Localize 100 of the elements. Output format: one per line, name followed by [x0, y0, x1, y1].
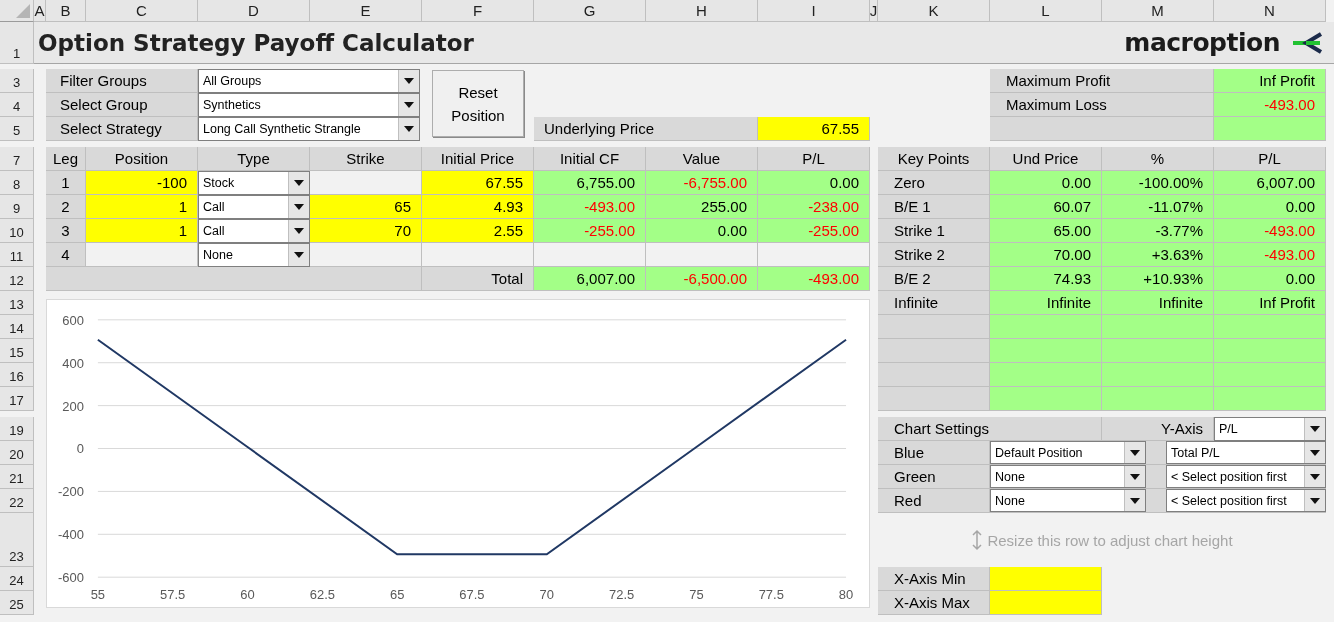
dropdown[interactable]: None [990, 489, 1146, 512]
caret-down-icon [294, 252, 304, 258]
row-header[interactable]: 4 [0, 93, 34, 117]
reset-position-button[interactable]: Reset Position [432, 70, 524, 137]
table-cell: 0.00 [1214, 267, 1326, 291]
row-header[interactable]: 3 [0, 69, 34, 93]
input-cell[interactable] [990, 591, 1102, 615]
dropdown[interactable]: Long Call Synthetic Strangle [198, 117, 420, 141]
row-header[interactable]: 11 [0, 243, 34, 267]
column-header[interactable]: B [46, 0, 86, 22]
row-header[interactable]: 20 [0, 441, 34, 465]
row-header[interactable]: 14 [0, 315, 34, 339]
column-header[interactable]: N [1214, 0, 1326, 22]
column-header[interactable]: L [990, 0, 1102, 22]
column-header[interactable]: A [34, 0, 46, 22]
row-header[interactable]: 25 [0, 591, 34, 615]
column-header[interactable]: M [1102, 0, 1214, 22]
axis-label: 600 [62, 312, 84, 328]
column-header[interactable]: I [758, 0, 870, 22]
table-cell: Strike 1 [878, 219, 990, 243]
dropdown[interactable]: < Select position first [1166, 465, 1326, 488]
hint-text: Resize this row to adjust chart height [987, 531, 1233, 549]
dropdown[interactable]: Default Position [990, 441, 1146, 464]
row-header[interactable]: 9 [0, 195, 34, 219]
table-cell: 65.00 [990, 219, 1102, 243]
row-header[interactable]: 12 [0, 267, 34, 291]
row-header[interactable]: 7 [0, 147, 34, 171]
dropdown[interactable]: None [990, 465, 1146, 488]
caret-down-icon [294, 180, 304, 186]
column-header[interactable]: H [646, 0, 758, 22]
dropdown[interactable]: All Groups [198, 69, 420, 93]
caret-down-icon [1130, 449, 1140, 456]
column-header[interactable]: C [86, 0, 198, 22]
table-cell: Filter Groups [46, 69, 198, 93]
table-cell: 6,007.00 [1214, 171, 1326, 195]
row-header[interactable]: 17 [0, 387, 34, 411]
corner-triangle-icon [16, 4, 30, 18]
table-cell: -100 [86, 171, 198, 195]
input-cell[interactable] [990, 567, 1102, 591]
select-all-corner[interactable] [0, 0, 34, 22]
dropdown[interactable]: Stock [198, 171, 310, 195]
axis-label: -400 [57, 527, 84, 543]
row-header[interactable]: 23 [0, 513, 34, 567]
table-cell: +10.93% [1102, 267, 1214, 291]
table-cell: 255.00 [646, 195, 758, 219]
caret-down-icon [404, 126, 414, 132]
row-header[interactable]: 1 [0, 22, 34, 64]
dropdown[interactable]: P/L [1214, 417, 1326, 441]
row-header[interactable]: 8 [0, 171, 34, 195]
axis-label: 0 [76, 441, 84, 457]
row-header[interactable]: 16 [0, 363, 34, 387]
table-cell: -493.00 [1214, 93, 1326, 117]
row-header[interactable]: 24 [0, 567, 34, 591]
row-header[interactable]: 19 [0, 417, 34, 441]
column-header[interactable]: D [198, 0, 310, 22]
table-cell: Blue [878, 441, 990, 465]
row-header[interactable]: 5 [0, 117, 34, 141]
dropdown[interactable]: < Select position first [1166, 489, 1326, 512]
caret-down-icon [1130, 497, 1140, 504]
dropdown[interactable]: Total P/L [1166, 441, 1326, 464]
resize-arrow-icon [971, 529, 984, 551]
table-cell: 67.55 [758, 117, 870, 141]
axis-label: 60 [240, 587, 255, 603]
caret-down-icon [294, 204, 304, 210]
table-cell: 6,755.00 [534, 171, 646, 195]
table-cell: Infinite [990, 291, 1102, 315]
row-header[interactable]: 22 [0, 489, 34, 513]
table-cell: 6,007.00 [534, 267, 646, 291]
row-header[interactable]: 21 [0, 465, 34, 489]
table-cell: Type [198, 147, 310, 171]
column-header[interactable]: E [310, 0, 422, 22]
table-cell: 2.55 [422, 219, 534, 243]
row-header[interactable]: 13 [0, 291, 34, 315]
table-cell: Inf Profit [1214, 291, 1326, 315]
table-cell: 70.00 [990, 243, 1102, 267]
axis-label: 75 [689, 587, 704, 603]
dropdown[interactable]: Call [198, 195, 310, 219]
table-cell: 4.93 [422, 195, 534, 219]
dropdown[interactable]: Call [198, 219, 310, 243]
table-cell: Select Strategy [46, 117, 198, 141]
table-cell: 3 [46, 219, 86, 243]
caret-down-icon [404, 78, 414, 84]
column-header[interactable]: G [534, 0, 646, 22]
column-header[interactable]: K [878, 0, 990, 22]
table-cell: Maximum Profit [990, 69, 1214, 93]
sheet-title: Option Strategy Payoff Calculator [38, 29, 474, 56]
table-cell: Leg [46, 147, 86, 171]
axis-label: 65 [389, 587, 405, 603]
column-header[interactable]: F [422, 0, 534, 22]
table-cell: 65 [310, 195, 422, 219]
row-header[interactable]: 15 [0, 339, 34, 363]
table-cell: -6,755.00 [646, 171, 758, 195]
dropdown[interactable]: None [198, 243, 310, 267]
row-header[interactable]: 10 [0, 219, 34, 243]
caret-down-icon [1130, 473, 1140, 480]
table-cell: Value [646, 147, 758, 171]
dropdown[interactable]: Synthetics [198, 93, 420, 117]
table-cell: 60.07 [990, 195, 1102, 219]
caret-down-icon [1310, 449, 1320, 456]
table-cell: B/E 1 [878, 195, 990, 219]
